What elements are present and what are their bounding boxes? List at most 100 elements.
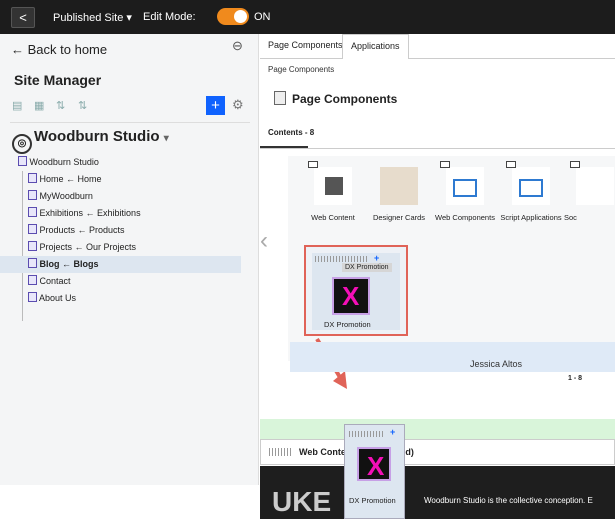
back-to-home-link[interactable]: ← Back to home (11, 42, 107, 57)
social-icon (570, 161, 614, 205)
tab-page-components[interactable]: Page Components (260, 34, 351, 59)
copy-icon[interactable]: ▦ (34, 99, 44, 112)
tree-label: MyWoodburn (39, 191, 93, 201)
tree-label: About Us (39, 293, 77, 303)
tree-item-root[interactable]: Woodburn Studio (0, 154, 241, 171)
page-icon (28, 207, 37, 217)
settings-icon[interactable]: ⚙ (232, 97, 244, 113)
back-home-label: Back to home (27, 42, 108, 57)
card-label: Script Applications (500, 213, 562, 222)
add-icon[interactable]: + (374, 253, 379, 263)
site-manager-sidebar: ← Back to home ⊖ Site Manager ▤ ▦ ⇅ ⇅ + … (0, 34, 259, 485)
drag-card-label: DX Promotion (349, 496, 396, 505)
edit-mode-toggle[interactable] (217, 8, 249, 25)
collapse-icon[interactable]: ⊖ (232, 38, 243, 54)
drag-handle[interactable] (315, 256, 369, 262)
page-icon (28, 241, 37, 251)
tree-item-mywoodburn[interactable]: MyWoodburn (0, 188, 241, 205)
page-icon (28, 292, 37, 302)
page-icon (28, 275, 37, 285)
card-designer-cards[interactable]: Designer Cards (366, 167, 432, 222)
card-social[interactable]: Soc (564, 161, 615, 222)
site-selector[interactable]: ◎ Woodburn Studio ▾ (12, 128, 169, 154)
tree-label: Home ← Home (39, 174, 102, 184)
tree-label: Contact (39, 276, 71, 286)
tree-item-contact[interactable]: Contact (0, 273, 241, 290)
published-site-dropdown[interactable]: Published Site ▾ (53, 11, 132, 24)
move-icon-2[interactable]: ⇅ (78, 99, 87, 112)
drop-zone[interactable] (260, 419, 615, 439)
tree-label: Woodburn Studio (29, 157, 99, 167)
page-icon (28, 258, 37, 268)
dragging-dx-promotion-card[interactable]: + X DX Promotion (344, 424, 405, 519)
dx-mark: X (342, 281, 360, 311)
dx-mark: X (367, 451, 385, 481)
dx-card-label: DX Promotion (324, 320, 371, 329)
edit-mode-label: Edit Mode: (143, 11, 196, 23)
author-name: Jessica Altos (470, 359, 523, 369)
page-icon[interactable]: ▤ (12, 99, 22, 112)
heading-text: Page Components (292, 92, 398, 106)
toggle-state-text: ON (254, 11, 271, 23)
card-label: Web Components (435, 213, 495, 222)
drag-handle[interactable] (269, 448, 291, 456)
add-icon[interactable]: + (390, 427, 395, 437)
site-label: Published Site (53, 12, 124, 24)
tree-item-about[interactable]: About Us (0, 290, 241, 307)
page-icon (28, 173, 37, 183)
document-icon (274, 91, 286, 105)
page-icon (28, 224, 37, 234)
tree-label: Blog ← Blogs (39, 259, 99, 269)
tree-item-home[interactable]: Home ← Home (0, 171, 241, 188)
page-icon (18, 156, 27, 166)
tab-applications[interactable]: Applications (342, 34, 409, 59)
card-web-content[interactable]: Web Content (300, 161, 366, 222)
add-page-button[interactable]: + (206, 96, 225, 115)
hierarchy-glyph (453, 179, 477, 197)
dark-logo: UKE (272, 486, 332, 517)
tree-item-projects[interactable]: Projects ← Our Projects (0, 239, 241, 256)
tree-label: Exhibitions ← Exhibitions (39, 208, 141, 218)
dx-logo-icon: X (357, 447, 391, 481)
divider (260, 148, 615, 149)
folder-icon (570, 161, 580, 168)
toggle-knob (234, 10, 247, 23)
sidebar-title: Site Manager (14, 72, 102, 88)
folder-icon (506, 161, 516, 168)
folder-icon (440, 161, 450, 168)
globe-icon: ◎ (12, 134, 32, 154)
chevron-left-icon[interactable]: ‹ (260, 227, 268, 255)
web-components-icon (440, 161, 484, 205)
script-applications-icon (506, 161, 550, 205)
card-script-applications[interactable]: Script Applications (498, 161, 564, 222)
pager-bar (290, 342, 615, 372)
page-components-heading: Page Components (274, 91, 397, 106)
dx-logo-icon: X (332, 277, 370, 315)
tree-item-blog[interactable]: Blog ← Blogs (0, 256, 241, 273)
footer-description: Woodburn Studio is the collective concep… (424, 496, 593, 505)
back-button[interactable]: < (11, 7, 35, 28)
card-web-components[interactable]: Web Components (432, 161, 498, 222)
dark-section: UKE Woodburn Studio is the collective co… (260, 466, 615, 519)
divider (10, 122, 250, 123)
move-icon[interactable]: ⇅ (56, 99, 65, 112)
web-content-row[interactable]: Web Content (Unspecified) (260, 439, 615, 465)
breadcrumb: Page Components (268, 65, 335, 74)
layout-glyph (325, 177, 343, 195)
main-panel: Page Components Applications Page Compon… (260, 34, 615, 519)
folder-icon (308, 161, 318, 168)
tree-label: Products ← Products (39, 225, 125, 235)
tree-item-exhibitions[interactable]: Exhibitions ← Exhibitions (0, 205, 241, 222)
top-bar: < Published Site ▾ Edit Mode: ON (0, 0, 615, 34)
tree-label: Projects ← Our Projects (39, 242, 137, 252)
pager-label: 1 - 8 (568, 375, 583, 382)
tooltip: DX Promotion (342, 263, 392, 272)
tree-item-products[interactable]: Products ← Products (0, 222, 241, 239)
drag-handle[interactable] (349, 431, 385, 437)
web-content-icon (308, 161, 352, 205)
tab-bar: Page Components Applications (260, 34, 615, 59)
chevron-down-icon: ▾ (163, 133, 169, 144)
dx-promotion-card-highlight[interactable]: + X DX Promotion (304, 245, 408, 336)
contents-tab[interactable]: Contents - 8 (268, 128, 314, 137)
card-label: Designer Cards (372, 213, 426, 222)
